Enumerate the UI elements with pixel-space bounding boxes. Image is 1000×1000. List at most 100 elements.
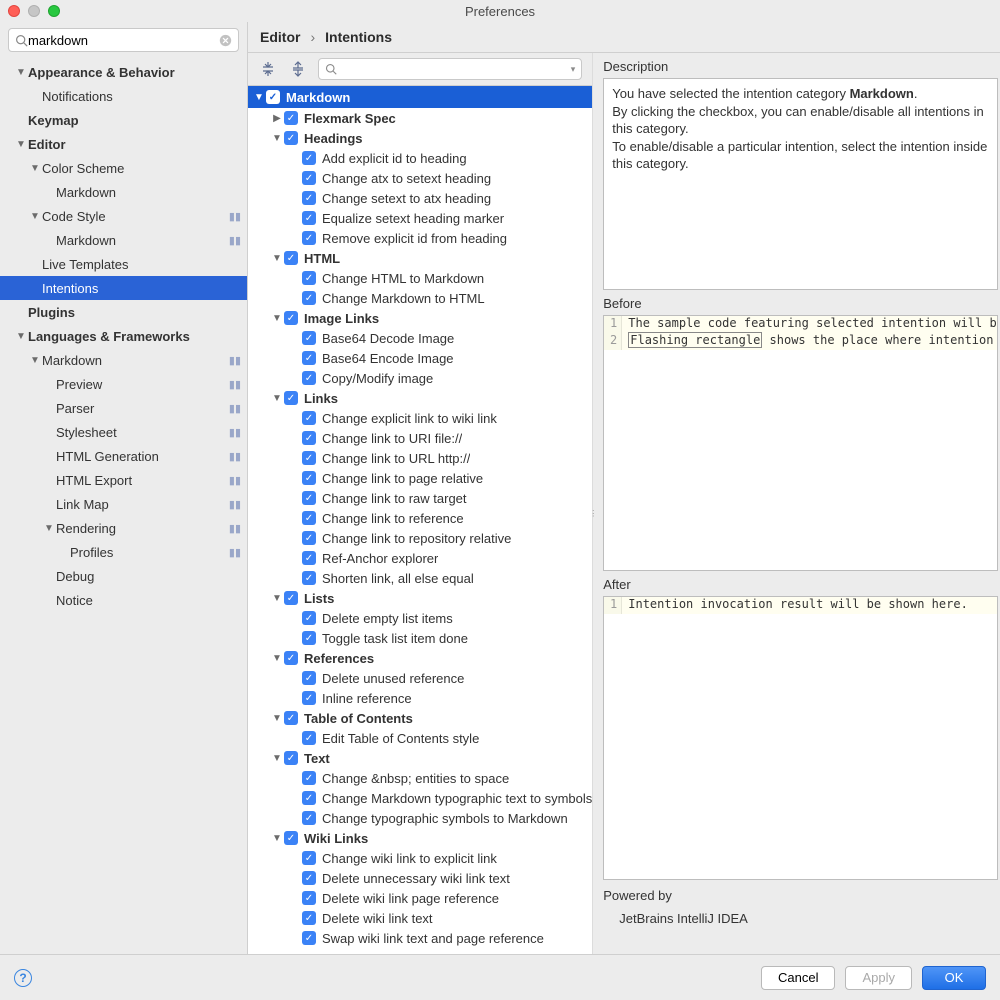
checkbox-checked[interactable]: ✓ — [284, 131, 298, 145]
checkbox-checked[interactable]: ✓ — [302, 291, 316, 305]
sidebar-item-live-templates[interactable]: Live Templates — [0, 252, 247, 276]
sidebar-item-notifications[interactable]: Notifications — [0, 84, 247, 108]
intention-item[interactable]: ✓Change typographic symbols to Markdown — [248, 808, 592, 828]
checkbox-checked[interactable]: ✓ — [302, 351, 316, 365]
checkbox-checked[interactable]: ✓ — [302, 151, 316, 165]
checkbox-checked[interactable]: ✓ — [302, 731, 316, 745]
checkbox-checked[interactable]: ✓ — [302, 791, 316, 805]
intention-item[interactable]: ✓Change &nbsp; entities to space — [248, 768, 592, 788]
intention-item[interactable]: ✓Change HTML to Markdown — [248, 268, 592, 288]
sidebar-search[interactable] — [8, 28, 239, 52]
checkbox-checked[interactable]: ✓ — [302, 771, 316, 785]
checkbox-checked[interactable]: ✓ — [284, 591, 298, 605]
intention-item[interactable]: ✓Change explicit link to wiki link — [248, 408, 592, 428]
checkbox-checked[interactable]: ✓ — [302, 371, 316, 385]
sidebar-item-notice[interactable]: Notice — [0, 588, 247, 612]
intention-group[interactable]: ▼✓HTML — [248, 248, 592, 268]
expand-all-icon[interactable] — [258, 59, 278, 79]
checkbox-checked[interactable]: ✓ — [302, 171, 316, 185]
sidebar-item-intentions[interactable]: Intentions — [0, 276, 247, 300]
intention-group[interactable]: ▼✓Headings — [248, 128, 592, 148]
intention-item[interactable]: ✓Change Markdown typographic text to sym… — [248, 788, 592, 808]
checkbox-checked[interactable]: ✓ — [302, 911, 316, 925]
apply-button[interactable]: Apply — [845, 966, 912, 990]
checkbox-checked[interactable]: ✓ — [284, 111, 298, 125]
intention-item[interactable]: ✓Change link to repository relative — [248, 528, 592, 548]
intentions-search-input[interactable] — [337, 62, 571, 76]
intention-item[interactable]: ✓Shorten link, all else equal — [248, 568, 592, 588]
sidebar-item-preview[interactable]: Preview▮▮ — [0, 372, 247, 396]
checkbox-checked[interactable]: ✓ — [302, 691, 316, 705]
checkbox-checked[interactable]: ✓ — [302, 931, 316, 945]
sidebar-search-input[interactable] — [28, 33, 219, 48]
intention-item[interactable]: ✓Equalize setext heading marker — [248, 208, 592, 228]
intention-item[interactable]: ✓Edit Table of Contents style — [248, 728, 592, 748]
intention-group[interactable]: ▼✓Table of Contents — [248, 708, 592, 728]
sidebar-item-html-generation[interactable]: HTML Generation▮▮ — [0, 444, 247, 468]
sidebar-item-keymap[interactable]: Keymap — [0, 108, 247, 132]
checkbox-checked[interactable]: ✓ — [302, 871, 316, 885]
checkbox-checked[interactable]: ✓ — [302, 271, 316, 285]
checkbox-checked[interactable]: ✓ — [302, 491, 316, 505]
sidebar-item-parser[interactable]: Parser▮▮ — [0, 396, 247, 420]
sidebar-item-profiles[interactable]: Profiles▮▮ — [0, 540, 247, 564]
intention-item[interactable]: ✓Change Markdown to HTML — [248, 288, 592, 308]
sidebar-item-debug[interactable]: Debug — [0, 564, 247, 588]
sidebar-item-editor[interactable]: ▼Editor — [0, 132, 247, 156]
sidebar-item-rendering[interactable]: ▼Rendering▮▮ — [0, 516, 247, 540]
clear-search-icon[interactable] — [219, 34, 232, 47]
checkbox-checked[interactable]: ✓ — [284, 391, 298, 405]
intention-group[interactable]: ▼✓Lists — [248, 588, 592, 608]
split-drag-handle[interactable]: ⋮ — [589, 504, 597, 524]
intention-group[interactable]: ▼✓Links — [248, 388, 592, 408]
sidebar-item-markdown[interactable]: Markdown▮▮ — [0, 228, 247, 252]
intentions-search[interactable]: ▾ — [318, 58, 582, 80]
sidebar-item-html-export[interactable]: HTML Export▮▮ — [0, 468, 247, 492]
intention-group[interactable]: ▼✓Text — [248, 748, 592, 768]
sidebar-item-code-style[interactable]: ▼Code Style▮▮ — [0, 204, 247, 228]
checkbox-checked[interactable]: ✓ — [302, 471, 316, 485]
sidebar-item-color-scheme[interactable]: ▼Color Scheme — [0, 156, 247, 180]
intention-item[interactable]: ✓Change link to URI file:// — [248, 428, 592, 448]
sidebar-item-markdown[interactable]: Markdown — [0, 180, 247, 204]
intention-item[interactable]: ✓Toggle task list item done — [248, 628, 592, 648]
sidebar-item-stylesheet[interactable]: Stylesheet▮▮ — [0, 420, 247, 444]
checkbox-checked[interactable]: ✓ — [302, 331, 316, 345]
checkbox-checked[interactable]: ✓ — [302, 551, 316, 565]
intention-root-markdown[interactable]: ▼✓Markdown — [248, 86, 592, 108]
checkbox-checked[interactable]: ✓ — [284, 831, 298, 845]
intention-item[interactable]: ✓Delete unused reference — [248, 668, 592, 688]
checkbox-checked[interactable]: ✓ — [302, 611, 316, 625]
intention-item[interactable]: ✓Copy/Modify image — [248, 368, 592, 388]
checkbox-checked[interactable]: ✓ — [302, 431, 316, 445]
intention-group[interactable]: ▼✓Image Links — [248, 308, 592, 328]
intention-item[interactable]: ✓Delete wiki link text — [248, 908, 592, 928]
checkbox-checked[interactable]: ✓ — [302, 811, 316, 825]
intention-item[interactable]: ✓Base64 Encode Image — [248, 348, 592, 368]
collapse-all-icon[interactable] — [288, 59, 308, 79]
intention-item[interactable]: ✓Change link to page relative — [248, 468, 592, 488]
intention-item[interactable]: ✓Delete empty list items — [248, 608, 592, 628]
cancel-button[interactable]: Cancel — [761, 966, 835, 990]
intention-item[interactable]: ✓Inline reference — [248, 688, 592, 708]
checkbox-checked[interactable]: ✓ — [302, 531, 316, 545]
checkbox-checked[interactable]: ✓ — [302, 631, 316, 645]
intention-item[interactable]: ✓Ref-Anchor explorer — [248, 548, 592, 568]
intention-item[interactable]: ✓Change link to URL http:// — [248, 448, 592, 468]
intention-item[interactable]: ✓Base64 Decode Image — [248, 328, 592, 348]
intention-item[interactable]: ✓Remove explicit id from heading — [248, 228, 592, 248]
checkbox-checked[interactable]: ✓ — [284, 311, 298, 325]
intention-item[interactable]: ✓Change wiki link to explicit link — [248, 848, 592, 868]
intention-item[interactable]: ✓Change atx to setext heading — [248, 168, 592, 188]
intention-group[interactable]: ▶✓Flexmark Spec — [248, 108, 592, 128]
intention-item[interactable]: ✓Add explicit id to heading — [248, 148, 592, 168]
checkbox-checked[interactable]: ✓ — [302, 671, 316, 685]
checkbox-checked[interactable]: ✓ — [302, 231, 316, 245]
checkbox-checked[interactable]: ✓ — [284, 751, 298, 765]
sidebar-item-markdown[interactable]: ▼Markdown▮▮ — [0, 348, 247, 372]
checkbox-checked[interactable]: ✓ — [302, 211, 316, 225]
checkbox-checked[interactable]: ✓ — [302, 411, 316, 425]
sidebar-item-appearance-behavior[interactable]: ▼Appearance & Behavior — [0, 60, 247, 84]
checkbox-checked[interactable]: ✓ — [302, 451, 316, 465]
intention-item[interactable]: ✓Change link to reference — [248, 508, 592, 528]
